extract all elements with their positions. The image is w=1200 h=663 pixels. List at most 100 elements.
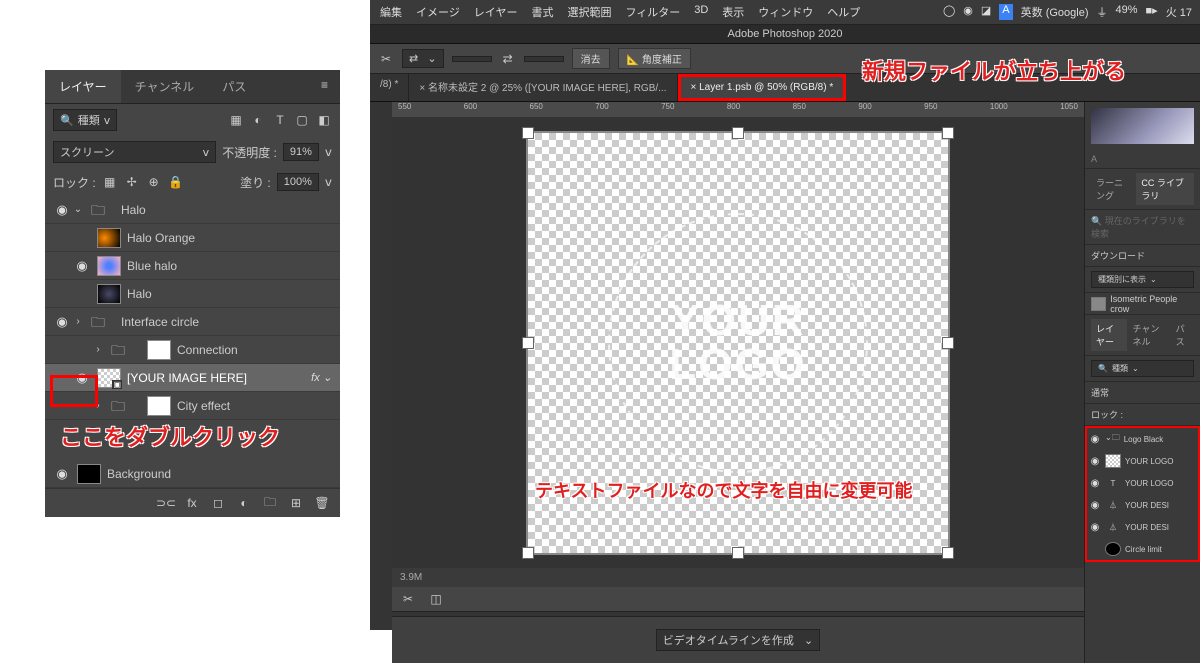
r-lock: ロック : [1085,404,1200,426]
expand-icon[interactable]: › [71,316,85,327]
scissors-icon[interactable]: ✂ [400,591,416,607]
fill-input[interactable]: 100% [277,173,319,191]
lock-all-icon[interactable]: 🔒 [168,174,184,190]
rtab-layers[interactable]: レイヤー [1091,319,1127,351]
layer-name: Halo Orange [127,231,195,245]
menu-window[interactable]: ウィンドウ [758,4,813,20]
menu-image[interactable]: イメージ [416,4,460,20]
doc-tab-1[interactable]: /8) * [370,74,409,101]
r-layer-1[interactable]: ◉YOUR LOGO [1087,450,1198,472]
link-icon[interactable]: ⊃⊂ [158,495,174,511]
width-input[interactable] [452,56,492,62]
visibility-icon[interactable]: ◉ [53,202,71,218]
r-blend[interactable]: 通常 [1085,382,1200,404]
transform-handle[interactable] [942,127,954,139]
expand-icon[interactable]: › [91,344,105,355]
r-layer-3[interactable]: ◉⏃YOUR DESI [1087,494,1198,516]
logo-placeholder: YOUR LOGO [598,203,878,483]
layer-group-interface[interactable]: ◉ › 🗀 Interface circle [45,308,340,336]
create-timeline-button[interactable]: ビデオタイムラインを作成 ⌄ [656,629,821,651]
transform-handle[interactable] [942,337,954,349]
rtab-paths[interactable]: パス [1171,319,1194,351]
fx-icon[interactable]: fx [184,495,200,511]
opacity-input[interactable]: 91% [283,143,319,161]
group-icon[interactable]: 🗀 [262,495,278,511]
layer-halo[interactable]: Halo [45,280,340,308]
tab-channels[interactable]: チャンネル [121,70,209,103]
lock-artboard-icon[interactable]: ⊕ [146,174,162,190]
filter-text-icon[interactable]: T [272,112,288,128]
r-layer-5[interactable]: Circle limit [1087,538,1198,560]
r-layer-4[interactable]: ◉⏃YOUR DESI [1087,516,1198,538]
visibility-icon[interactable]: ◉ [53,314,71,330]
adjustment-icon[interactable]: ◐ [236,495,252,511]
doc-tab-3[interactable]: × Layer 1.psb @ 50% (RGB/8) * [678,74,847,101]
download-section[interactable]: ダウンロード [1085,245,1200,267]
tool-icon[interactable]: ✂ [378,51,394,67]
layer-group-halo[interactable]: ◉ ⌄ 🗀 Halo [45,196,340,224]
layer-blue-halo[interactable]: ◉ Blue halo [45,252,340,280]
clear-button[interactable]: 消去 [572,48,610,69]
library-search[interactable]: 🔍 現在のライブラリを検索 [1091,216,1186,239]
lock-pixels-icon[interactable]: ▦ [102,174,118,190]
menubar: 編集 イメージ レイヤー 書式 選択範囲 フィルター 3D 表示 ウィンドウ ヘ… [370,0,1200,25]
color-swatch[interactable] [1091,108,1194,144]
rtab-channels[interactable]: チャンネル [1127,319,1170,351]
annotation-dbl-click: ここをダブルクリック [60,420,280,452]
timeline-panel: ビデオタイムラインを作成 ⌄ [392,616,1084,663]
tab-layers[interactable]: レイヤー [45,70,121,103]
menu-type[interactable]: 書式 [531,4,553,20]
r-filter-select[interactable]: 🔍 種類 ⌄ [1091,360,1194,377]
layer-background[interactable]: ◉ Background [45,460,340,488]
mask-icon[interactable]: ◻ [210,495,226,511]
transform-handle[interactable] [732,127,744,139]
panel-menu-icon[interactable]: ≡ [309,70,340,103]
transform-handle[interactable] [942,547,954,559]
transform-handle[interactable] [522,547,534,559]
blend-mode-select[interactable]: スクリーンⅴ [53,141,216,163]
display-by-select[interactable]: 種類別に表示 ⌄ [1091,271,1194,288]
menu-layer[interactable]: レイヤー [474,4,518,20]
library-asset[interactable]: Isometric People crow [1085,293,1200,315]
layer-name: City effect [177,399,230,413]
menu-3d[interactable]: 3D [694,4,708,20]
filter-type-select[interactable]: 🔍 種類 ⅴ [53,109,117,131]
doc-tab-2[interactable]: × 名称未設定 2 @ 25% ([YOUR IMAGE HERE], RGB/… [409,74,677,101]
transform-handle[interactable] [522,337,534,349]
r-layer-group[interactable]: ◉⌄🗀Logo Black [1087,428,1198,450]
opacity-label: 不透明度 : [222,144,277,161]
menu-help[interactable]: ヘルプ [827,4,860,20]
trash-icon[interactable]: 🗑 [314,495,330,511]
filter-shape-icon[interactable]: ▢ [294,112,310,128]
tab-paths[interactable]: パス [208,70,260,103]
transition-icon[interactable]: ◫ [428,591,444,607]
visibility-icon[interactable]: ◉ [53,466,71,482]
tab-learn[interactable]: ラーニング [1091,173,1136,205]
height-input[interactable] [524,56,564,62]
lock-position-icon[interactable]: ✢ [124,174,140,190]
mask-thumb [147,340,171,360]
new-layer-icon[interactable]: ⊞ [288,495,304,511]
filter-image-icon[interactable]: ▦ [228,112,244,128]
layer-thumb[interactable]: ▣ [97,368,121,388]
layer-thumb [97,228,121,248]
tab-cc-library[interactable]: CC ライブラリ [1136,173,1194,205]
filter-smart-icon[interactable]: ◧ [316,112,332,128]
layer-halo-orange[interactable]: Halo Orange [45,224,340,252]
swap-icon[interactable]: ⇄ [500,51,516,67]
ratio-select[interactable]: ⇄ ⌄ [402,49,444,68]
folder-icon: 🗀 [91,312,115,332]
r-layer-2[interactable]: ◉TYOUR LOGO [1087,472,1198,494]
menu-edit[interactable]: 編集 [380,4,402,20]
visibility-icon[interactable]: ◉ [73,258,91,274]
straighten-button[interactable]: 📐 角度補正 [618,48,691,69]
menu-filter[interactable]: フィルター [625,4,680,20]
expand-icon[interactable]: ⌄ [71,204,85,215]
menu-select[interactable]: 選択範囲 [567,4,611,20]
fx-badge[interactable]: fx ⌄ [311,371,332,384]
menu-view[interactable]: 表示 [722,4,744,20]
transform-handle[interactable] [732,547,744,559]
transform-handle[interactable] [522,127,534,139]
layer-connection[interactable]: › 🗀 Connection [45,336,340,364]
filter-adjust-icon[interactable]: ◐ [250,112,266,128]
